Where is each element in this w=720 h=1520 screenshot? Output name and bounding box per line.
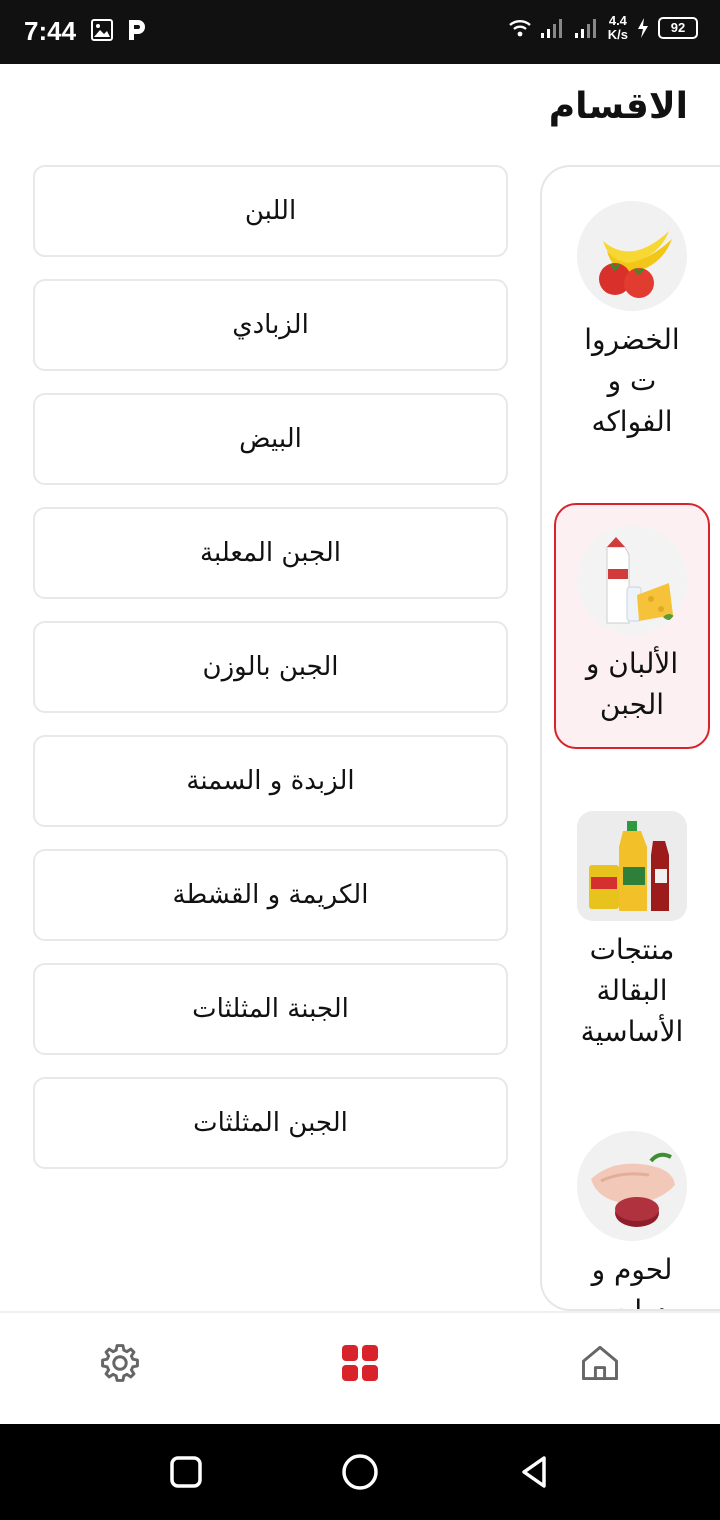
gallery-icon bbox=[91, 19, 113, 41]
network-speed: 4.4 K/s bbox=[608, 14, 628, 42]
meat-poultry-image bbox=[577, 1131, 687, 1241]
home-circle-icon[interactable] bbox=[340, 1452, 380, 1492]
subcategory-list: اللبن الزبادي البيض الجبن المعلبة الجبن … bbox=[33, 165, 508, 1191]
category-label: الخضروا ت و الفواكه bbox=[584, 323, 680, 438]
gear-icon bbox=[101, 1344, 139, 1382]
status-time: 7:44 bbox=[24, 16, 77, 46]
grocery-products-image bbox=[577, 811, 687, 921]
network-speed-value: 4.4 bbox=[608, 13, 627, 28]
charging-icon bbox=[638, 18, 648, 38]
dairy-cheese-image bbox=[577, 525, 687, 635]
subcategory-item[interactable]: الجبنة المثلثات bbox=[33, 963, 508, 1055]
subcategory-item[interactable]: اللبن bbox=[33, 165, 508, 257]
signal-icon-2 bbox=[574, 19, 596, 38]
subcategory-item[interactable]: الزبدة و السمنة bbox=[33, 735, 508, 827]
back-icon[interactable] bbox=[514, 1452, 554, 1492]
system-nav-bar bbox=[0, 1424, 720, 1520]
category-label: لحوم و دواجن bbox=[591, 1253, 673, 1311]
status-right: 4.4 K/s 92 bbox=[508, 14, 698, 42]
status-bar: 7:44 4.4 K/s 92 bbox=[0, 0, 720, 64]
subcategory-item[interactable]: البيض bbox=[33, 393, 508, 485]
category-dairy-cheese[interactable]: الألبان و الجبن bbox=[554, 503, 710, 749]
grid-icon bbox=[342, 1345, 378, 1381]
category-fruits-vegetables[interactable]: الخضروا ت و الفواكه bbox=[554, 197, 710, 442]
subcategory-item[interactable]: الكريمة و القشطة bbox=[33, 849, 508, 941]
category-label: منتجات البقالة الأساسية bbox=[580, 933, 684, 1048]
subcategory-item[interactable]: الجبن بالوزن bbox=[33, 621, 508, 713]
p-app-icon bbox=[129, 20, 145, 40]
subcategory-item[interactable]: الزبادي bbox=[33, 279, 508, 371]
category-grocery[interactable]: منتجات البقالة الأساسية bbox=[554, 811, 710, 1052]
home-icon bbox=[582, 1345, 618, 1381]
category-label: الألبان و الجبن bbox=[585, 647, 679, 721]
page-title: الاقسام bbox=[548, 86, 688, 127]
recents-icon[interactable] bbox=[166, 1452, 206, 1492]
nav-home-button[interactable] bbox=[578, 1341, 622, 1385]
wifi-icon bbox=[508, 20, 531, 37]
status-left-icons bbox=[90, 18, 148, 42]
subcategory-item[interactable]: الجبن المعلبة bbox=[33, 507, 508, 599]
signal-icon-1 bbox=[540, 19, 562, 38]
fruits-vegetables-image bbox=[577, 201, 687, 311]
category-rail[interactable]: الخضروا ت و الفواكه الألبان و الجبن منتج… bbox=[540, 165, 720, 1311]
subcategory-item[interactable]: الجبن المثلثات bbox=[33, 1077, 508, 1169]
category-meat-poultry[interactable]: لحوم و دواجن bbox=[554, 1131, 710, 1311]
nav-settings-button[interactable] bbox=[98, 1341, 142, 1385]
battery-indicator: 92 bbox=[658, 17, 698, 39]
nav-categories-button[interactable] bbox=[338, 1341, 382, 1385]
network-speed-unit: K/s bbox=[607, 27, 628, 42]
bottom-nav bbox=[0, 1311, 720, 1424]
